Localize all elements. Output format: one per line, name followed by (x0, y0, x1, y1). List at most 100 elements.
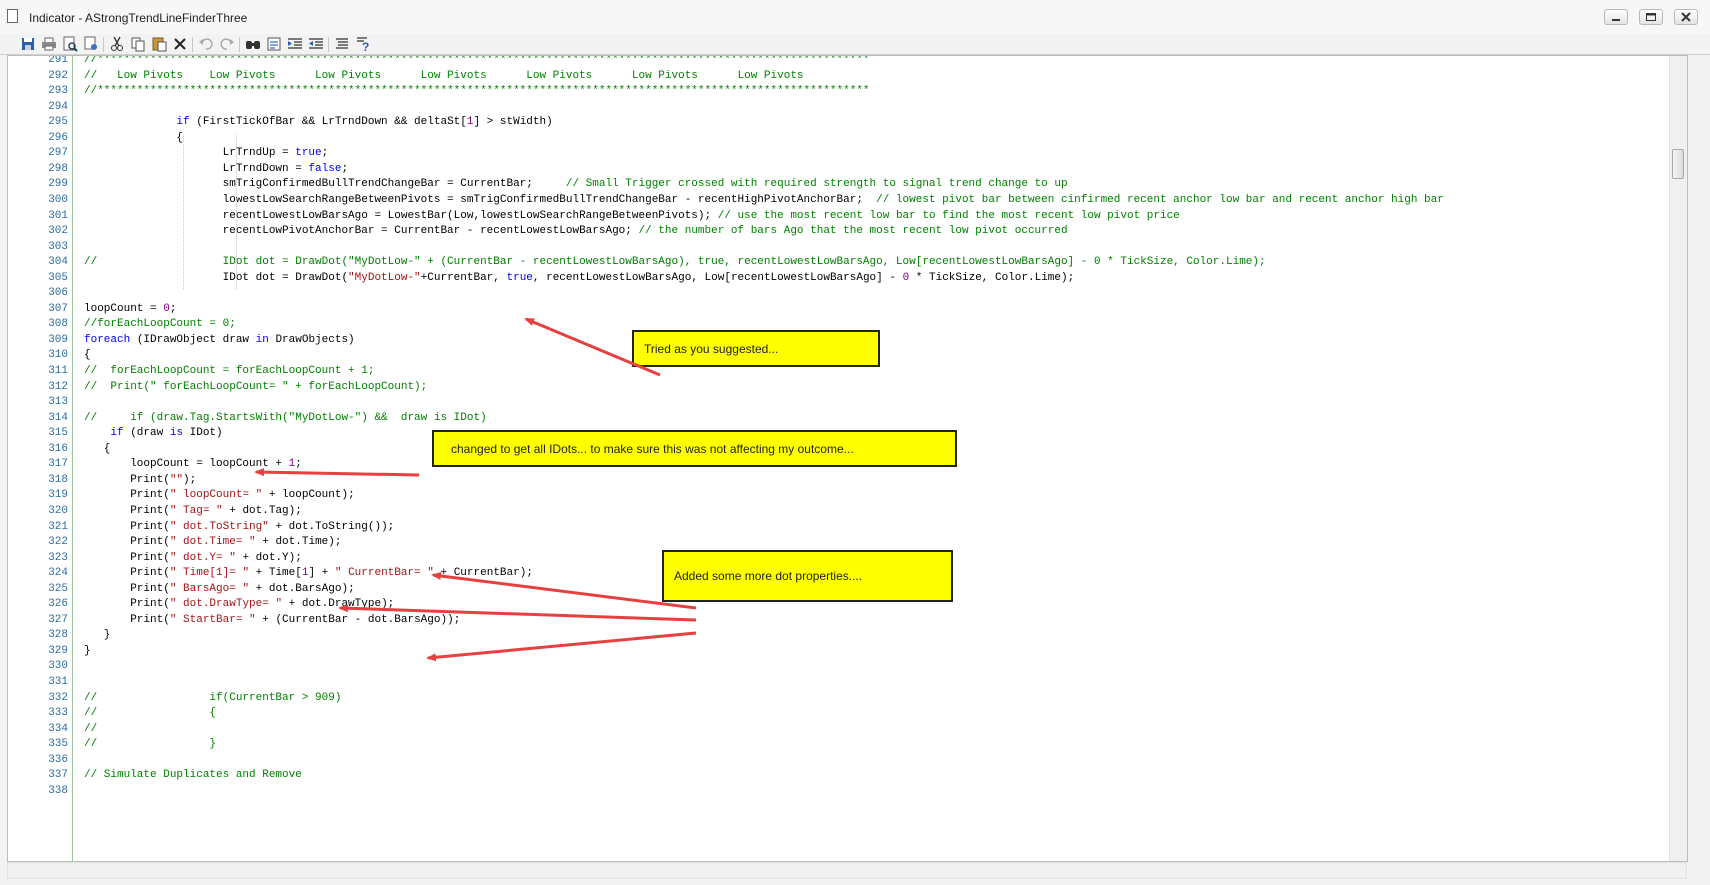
code-line[interactable]: 300 lowestLowSearchRangeBetweenPivots = … (8, 192, 1687, 209)
copy-button[interactable] (129, 35, 147, 53)
horizontal-scrollbar[interactable] (7, 862, 1687, 879)
code-text[interactable]: //forEachLoopCount = 0; (84, 316, 236, 333)
code-line[interactable]: 302 recentLowPivotAnchorBar = CurrentBar… (8, 223, 1687, 240)
code-line[interactable]: 298 LrTrndDown = false; (8, 161, 1687, 178)
code-text[interactable]: Print(""); (84, 472, 196, 489)
code-text[interactable]: Print(" dot.Time= " + dot.Time); (84, 534, 341, 551)
code-line[interactable]: 293 //***********************************… (8, 83, 1687, 100)
undo-button[interactable] (197, 35, 215, 53)
code-line[interactable]: 335 // } (8, 736, 1687, 753)
code-line[interactable]: 320 Print(" Tag= " + dot.Tag); (8, 503, 1687, 520)
code-text[interactable]: } (84, 627, 111, 644)
code-text[interactable]: //**************************************… (84, 83, 870, 100)
code-text[interactable]: LrTrndDown = false; (84, 161, 348, 178)
line-number: 302 (48, 225, 68, 238)
code-line[interactable]: 334 // (8, 721, 1687, 738)
code-line[interactable]: 331 (8, 674, 1687, 691)
code-line[interactable]: 337 // Simulate Duplicates and Remove (8, 767, 1687, 784)
redo-button[interactable] (218, 35, 236, 53)
code-line[interactable]: 321 Print(" dot.ToString" + dot.ToString… (8, 519, 1687, 536)
code-text[interactable]: Print(" dot.ToString" + dot.ToString()); (84, 519, 394, 536)
code-line[interactable]: 306 (8, 285, 1687, 302)
code-line[interactable]: 319 Print(" loopCount= " + loopCount); (8, 487, 1687, 504)
code-text[interactable]: Print(" dot.DrawType= " + dot.DrawType); (84, 596, 394, 613)
print-preview-button[interactable] (61, 35, 79, 53)
code-text[interactable]: loopCount = loopCount + 1; (84, 456, 302, 473)
code-text[interactable]: } (84, 643, 91, 660)
code-text[interactable]: Print(" StartBar= " + (CurrentBar - dot.… (84, 612, 460, 629)
code-text[interactable]: Print(" BarsAgo= " + dot.BarsAgo); (84, 581, 354, 598)
line-number: 317 (48, 458, 68, 471)
code-line[interactable]: 327 Print(" StartBar= " + (CurrentBar - … (8, 612, 1687, 629)
code-text[interactable]: if (FirstTickOfBar && LrTrndDown && delt… (84, 114, 552, 131)
code-text[interactable]: // if (draw.Tag.StartsWith("MyDotLow-") … (84, 410, 487, 427)
code-line[interactable]: 338 (8, 783, 1687, 800)
code-text[interactable]: { (84, 441, 111, 458)
code-line[interactable]: 330 (8, 658, 1687, 675)
save-button[interactable] (19, 35, 37, 53)
code-text[interactable]: // } (84, 736, 216, 753)
code-line[interactable]: 318 Print(""); (8, 472, 1687, 489)
code-line[interactable]: 307 loopCount = 0; (8, 301, 1687, 318)
paste-button[interactable] (150, 35, 168, 53)
code-text[interactable]: Print(" loopCount= " + loopCount); (84, 487, 354, 504)
code-line[interactable]: 299 smTrigConfirmedBullTrendChangeBar = … (8, 176, 1687, 193)
code-text[interactable]: { (84, 347, 91, 364)
vertical-scrollbar[interactable] (1669, 56, 1687, 861)
code-line[interactable]: 328 } (8, 627, 1687, 644)
maximize-button[interactable] (1639, 9, 1663, 25)
code-text[interactable]: recentLowestLowBarsAgo = LowestBar(Low,l… (84, 208, 1180, 225)
code-text[interactable]: // { (84, 705, 216, 722)
cut-button[interactable] (108, 35, 126, 53)
code-line[interactable]: 305 IDot dot = DrawDot("MyDotLow-"+Curre… (8, 270, 1687, 287)
code-text[interactable]: // Simulate Duplicates and Remove (84, 767, 302, 784)
code-text[interactable]: lowestLowSearchRangeBetweenPivots = smTr… (84, 192, 1444, 209)
indent-button[interactable] (286, 35, 304, 53)
code-line[interactable]: 292 // Low Pivots Low Pivots Low Pivots L… (8, 68, 1687, 85)
close-button[interactable] (1674, 9, 1698, 25)
vertical-scroll-thumb[interactable] (1672, 149, 1684, 179)
code-text[interactable]: Print(" Time[1]= " + Time[1] + " Current… (84, 565, 533, 582)
code-line[interactable]: 304 // IDot dot = DrawDot("MyDotLow-" + (… (8, 254, 1687, 271)
code-text[interactable]: foreach (IDrawObject draw in DrawObjects… (84, 332, 355, 349)
code-text[interactable]: // if(CurrentBar > 909) (84, 690, 341, 707)
toolbar-separator (103, 37, 104, 52)
code-line[interactable]: 333 // { (8, 705, 1687, 722)
code-text[interactable]: // Low Pivots Low Pivots Low Pivots Low … (84, 68, 804, 85)
code-line[interactable]: 313 (8, 394, 1687, 411)
find-button[interactable] (244, 35, 262, 53)
comment-button[interactable] (333, 35, 351, 53)
code-line[interactable]: 303 (8, 239, 1687, 256)
code-text[interactable]: IDot dot = DrawDot("MyDotLow-"+CurrentBa… (84, 270, 1075, 287)
code-text[interactable]: { (84, 130, 183, 147)
code-text[interactable]: // (84, 721, 97, 738)
code-text[interactable]: loopCount = 0; (84, 301, 176, 318)
code-line[interactable]: 294 (8, 99, 1687, 116)
code-line[interactable]: 312 // Print(" forEachLoopCount= " + forE… (8, 379, 1687, 396)
minimize-button[interactable] (1604, 9, 1628, 25)
code-text[interactable]: // forEachLoopCount = forEachLoopCount +… (84, 363, 374, 380)
code-text[interactable]: // Print(" forEachLoopCount= " + forEach… (84, 379, 427, 396)
code-line[interactable]: 301 recentLowestLowBarsAgo = LowestBar(L… (8, 208, 1687, 225)
code-text[interactable]: LrTrndUp = true; (84, 145, 329, 162)
code-line[interactable]: 296 { (8, 130, 1687, 147)
code-text[interactable]: // IDot dot = DrawDot("MyDotLow-" + (Cur… (84, 254, 1266, 271)
code-text[interactable]: recentLowPivotAnchorBar = CurrentBar - r… (84, 223, 1068, 240)
code-text[interactable]: smTrigConfirmedBullTrendChangeBar = Curr… (84, 176, 1068, 193)
code-line[interactable]: 322 Print(" dot.Time= " + dot.Time); (8, 534, 1687, 551)
code-line[interactable]: 329} (8, 643, 1687, 660)
outdent-button[interactable] (307, 35, 325, 53)
code-text[interactable]: if (draw is IDot) (84, 425, 222, 442)
code-line[interactable]: 297 LrTrndUp = true; (8, 145, 1687, 162)
code-line[interactable]: 332 // if(CurrentBar > 909) (8, 690, 1687, 707)
code-text[interactable]: Print(" Tag= " + dot.Tag); (84, 503, 302, 520)
page-setup-button[interactable] (82, 35, 100, 53)
delete-button[interactable] (171, 35, 189, 53)
help-button[interactable]: ? (354, 35, 372, 53)
code-text[interactable]: Print(" dot.Y= " + dot.Y); (84, 550, 302, 567)
code-line[interactable]: 314 // if (draw.Tag.StartsWith("MyDotLow-… (8, 410, 1687, 427)
code-line[interactable]: 295 if (FirstTickOfBar && LrTrndDown && … (8, 114, 1687, 131)
replace-button[interactable] (265, 35, 283, 53)
code-line[interactable]: 336 (8, 752, 1687, 769)
print-button[interactable] (40, 35, 58, 53)
